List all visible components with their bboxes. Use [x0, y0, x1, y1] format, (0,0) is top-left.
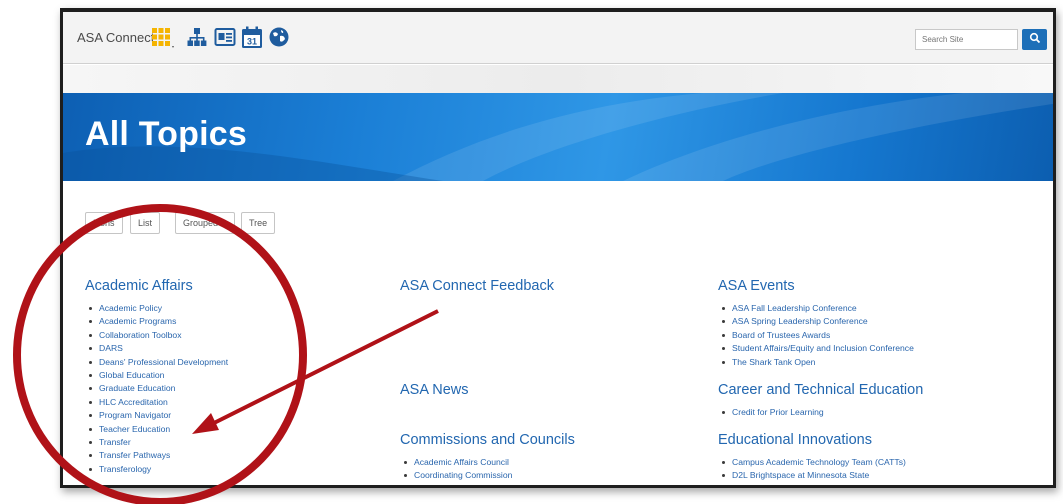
topic-item[interactable]: DARS	[85, 342, 228, 355]
topic-group: Commissions and Councils Academic Affair…	[400, 432, 575, 483]
topic-item[interactable]: ASA Spring Leadership Conference	[718, 315, 914, 328]
topic-item[interactable]: Deans' Professional Development	[85, 356, 228, 369]
globe-icon[interactable]	[268, 26, 290, 53]
topic-item[interactable]: Academic Policy	[85, 302, 228, 315]
topic-item[interactable]: The Shark Tank Open	[718, 356, 914, 369]
topic-list: Academic Affairs Council Coordinating Co…	[400, 456, 575, 483]
topic-item[interactable]: Student Affairs/Equity and Inclusion Con…	[718, 342, 914, 355]
view-grouped-label: Grouped	[183, 218, 219, 228]
topic-item[interactable]: Transferology	[85, 463, 228, 476]
topic-item[interactable]: Academic Affairs Council	[400, 456, 575, 469]
browser-frame: ASA Connect 31 Search Site All Topics Ic…	[60, 8, 1056, 488]
search-icon	[1029, 32, 1040, 44]
topic-item[interactable]: Program Navigator	[85, 409, 228, 422]
topic-list: ASA Fall Leadership Conference ASA Sprin…	[718, 302, 914, 369]
topic-title[interactable]: Career and Technical Education	[718, 382, 923, 398]
topic-item[interactable]: Global Education	[85, 369, 228, 382]
topic-item[interactable]: Academic Programs	[85, 315, 228, 328]
topic-item[interactable]: Coordinating Commission	[400, 469, 575, 482]
topic-title[interactable]: ASA Events	[718, 278, 914, 294]
page-title: All Topics	[85, 115, 247, 153]
topic-group: Academic Affairs Academic Policy Academi…	[85, 278, 228, 476]
site-brand[interactable]: ASA Connect	[77, 30, 154, 45]
topic-list: Academic Policy Academic Programs Collab…	[85, 302, 228, 476]
topic-item[interactable]: Campus Academic Technology Team (CATTs)	[718, 456, 906, 469]
topic-item[interactable]: Transfer	[85, 436, 228, 449]
topic-item[interactable]: ASA Fall Leadership Conference	[718, 302, 914, 315]
view-grouped-button[interactable]: Grouped	[175, 212, 236, 234]
search-input[interactable]	[915, 29, 1018, 50]
topic-list: Credit for Prior Learning	[718, 406, 923, 419]
topic-group: ASA Events ASA Fall Leadership Conferenc…	[718, 278, 914, 369]
search-button[interactable]	[1022, 29, 1047, 50]
top-toolbar: ASA Connect 31 Search Site	[63, 12, 1053, 64]
topic-item[interactable]: Credit for Prior Learning	[718, 406, 923, 419]
topic-group: Career and Technical Education Credit fo…	[718, 382, 923, 419]
view-list-button[interactable]: List	[130, 212, 161, 234]
calendar-icon[interactable]: 31	[241, 26, 263, 55]
topic-item[interactable]: HLC Accreditation	[85, 396, 228, 409]
topic-title[interactable]: ASA News	[400, 382, 469, 398]
topic-item[interactable]: Graduate Education	[85, 382, 228, 395]
header-strip	[63, 65, 1053, 93]
topic-list: Campus Academic Technology Team (CATTs) …	[718, 456, 906, 483]
topic-item[interactable]: Teacher Education	[85, 423, 228, 436]
apps-grid-icon[interactable]	[151, 26, 177, 55]
id-card-icon[interactable]	[214, 26, 236, 53]
topic-group: ASA Connect Feedback	[400, 278, 554, 302]
topic-title[interactable]: Educational Innovations	[718, 432, 906, 448]
topic-item[interactable]: Collaboration Toolbox	[85, 329, 228, 342]
topic-title[interactable]: Commissions and Councils	[400, 432, 575, 448]
view-icons-button[interactable]: Icons	[85, 212, 123, 234]
topic-group: ASA News	[400, 382, 469, 406]
sitemap-icon[interactable]	[187, 26, 207, 53]
topic-item[interactable]: Board of Trustees Awards	[718, 329, 914, 342]
topic-item[interactable]: Transfer Pathways	[85, 449, 228, 462]
topic-item[interactable]: D2L Brightspace at Minnesota State	[718, 469, 906, 482]
chevron-down-icon	[222, 222, 229, 226]
page-banner: All Topics	[63, 93, 1053, 181]
calendar-day-text: 31	[247, 37, 257, 47]
topic-group: Educational Innovations Campus Academic …	[718, 432, 906, 483]
topic-title[interactable]: ASA Connect Feedback	[400, 278, 554, 294]
topic-title[interactable]: Academic Affairs	[85, 278, 228, 294]
view-tree-button[interactable]: Tree	[241, 212, 276, 234]
